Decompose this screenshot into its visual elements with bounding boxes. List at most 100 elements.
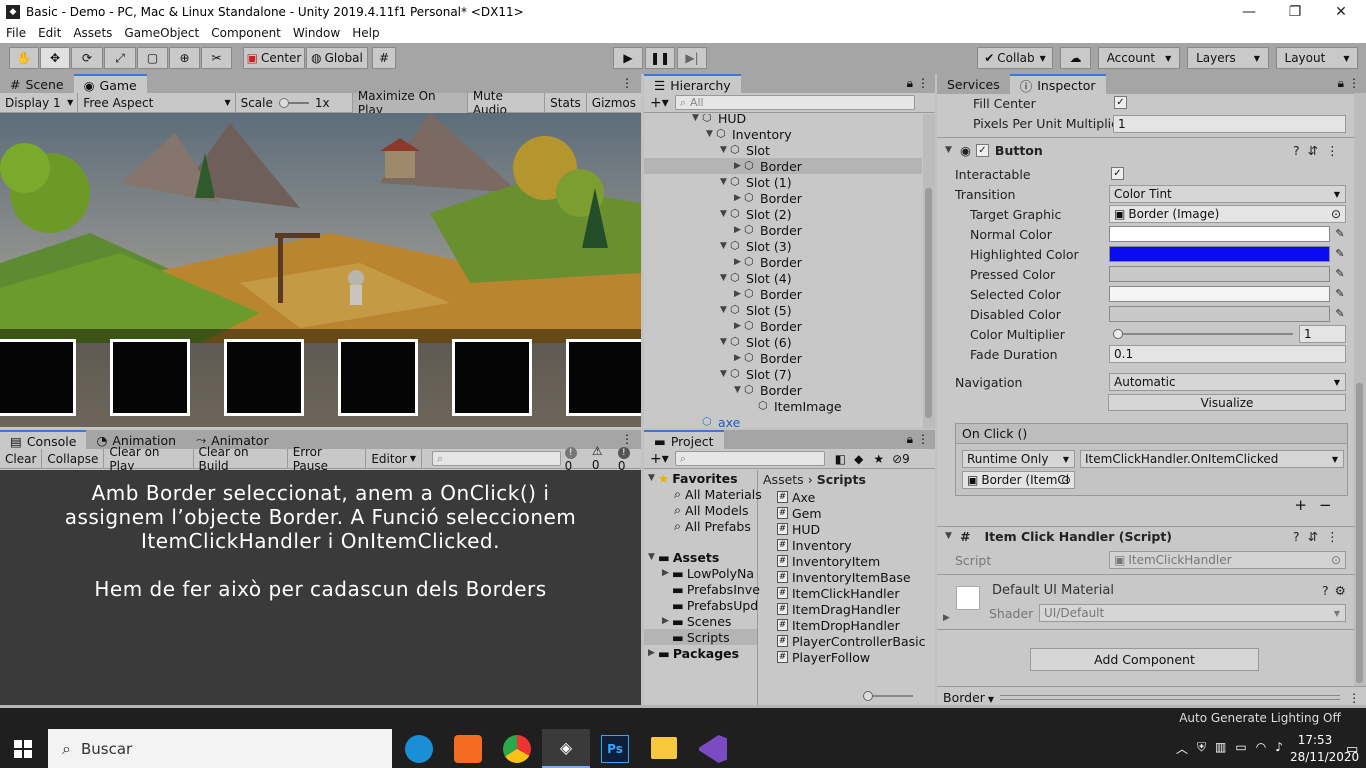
console-search-input[interactable]: ⌕ xyxy=(432,451,561,466)
menu-gameobject[interactable]: GameObject xyxy=(118,26,205,40)
interactable-checkbox[interactable]: ✓ xyxy=(1111,167,1124,180)
eyedropper-icon[interactable]: ✎ xyxy=(1332,226,1348,242)
runtime-only-dropdown[interactable]: Runtime Only xyxy=(962,450,1075,468)
hierarchy-row[interactable]: ▶ ⬡ Border xyxy=(644,190,922,206)
minimize-button[interactable]: — xyxy=(1226,0,1272,23)
favorite-all-prefabs[interactable]: ⌕ All Prefabs xyxy=(674,518,751,534)
color-multiplier-slider[interactable] xyxy=(1113,329,1293,339)
pivot-global-button[interactable]: ◍ Global xyxy=(306,47,368,69)
game-viewport[interactable] xyxy=(0,113,641,427)
hierarchy-row[interactable]: ▼ ⬡ Slot (1) xyxy=(644,174,922,190)
expand-right-icon[interactable]: ▶ xyxy=(734,193,744,203)
favorite-star-icon[interactable]: ★ xyxy=(873,452,884,466)
collab-button[interactable]: ✔ Collab ▼ xyxy=(977,47,1053,69)
hierarchy-row[interactable]: ▼ ⬡ Slot (4) xyxy=(644,270,922,286)
function-dropdown[interactable]: ItemClickHandler.OnItemClicked xyxy=(1080,450,1344,468)
photoshop-icon[interactable]: Ps xyxy=(601,735,629,763)
object-picker-icon[interactable]: ⊙ xyxy=(1331,207,1341,221)
script-file-item[interactable]: # ItemDragHandler xyxy=(777,601,900,617)
rotate-tool-icon[interactable]: ⟳ xyxy=(71,47,103,69)
error-pause-toggle[interactable]: Error Pause xyxy=(288,445,367,473)
collapse-toggle[interactable]: Collapse xyxy=(42,448,105,469)
editor-dropdown[interactable]: Editor ▼ xyxy=(366,448,422,469)
add-listener-button[interactable]: + xyxy=(1294,496,1307,514)
folder-item[interactable]: ▬ PrefabsUpd xyxy=(672,597,758,613)
panel-menu-icon[interactable]: ⋮ xyxy=(917,76,929,90)
rect-tool-icon[interactable]: ▢ xyxy=(137,47,168,69)
script-file-item[interactable]: # Axe xyxy=(777,489,815,505)
notifications-icon[interactable]: ▭ xyxy=(1346,742,1358,757)
edge-icon[interactable] xyxy=(405,735,433,763)
favorite-all-materials[interactable]: ⌕ All Materials xyxy=(674,486,762,502)
help-icon[interactable]: ? xyxy=(1322,583,1329,598)
expand-down-icon[interactable]: ▼ xyxy=(720,209,730,219)
hierarchy-row[interactable]: ▼ ⬡ Slot (7) xyxy=(644,366,922,382)
kebab-menu-icon[interactable]: ⋮ xyxy=(1326,143,1339,158)
battery-icon[interactable]: ▭ xyxy=(1235,740,1246,757)
packages-folder[interactable]: ▶ ▬ Packages xyxy=(648,645,739,661)
cloud-icon[interactable]: ☁ xyxy=(1060,47,1091,69)
script-file-item[interactable]: # Inventory xyxy=(777,537,852,553)
expand-right-icon[interactable]: ▶ xyxy=(734,161,744,171)
hierarchy-row[interactable]: ▼ ⬡ Slot (2) xyxy=(644,206,922,222)
scale-tool-icon[interactable]: ⤢ xyxy=(104,47,136,69)
unity-taskbar-button[interactable]: ◈ xyxy=(542,729,590,768)
transform-tool-icon[interactable]: ⊕ xyxy=(169,47,200,69)
restore-button[interactable]: ❐ xyxy=(1272,0,1318,23)
expand-down-icon[interactable]: ▼ xyxy=(720,305,730,315)
stats-toggle[interactable]: Stats xyxy=(545,92,587,113)
move-tool-icon[interactable]: ✥ xyxy=(40,47,70,69)
favorites-item[interactable]: ▼ ★ Favorites xyxy=(648,470,738,486)
account-dropdown[interactable]: Account ▼ xyxy=(1098,47,1180,69)
lock-icon[interactable]: 🔒︎ xyxy=(1338,76,1344,91)
script-component-header[interactable]: ▼ # Item Click Handler (Script) xyxy=(945,526,1172,546)
tab-hierarchy[interactable]: ☰ Hierarchy xyxy=(644,74,741,94)
expand-right-icon[interactable]: ▶ xyxy=(734,257,744,267)
folder-item[interactable]: ▬ PrefabsInve xyxy=(672,581,760,597)
display-dropdown[interactable]: Display 1 ▼ xyxy=(0,92,79,113)
layout-dropdown[interactable]: Layout ▼ xyxy=(1276,47,1358,69)
step-button[interactable]: ▶| xyxy=(677,47,707,69)
inventory-slot-frame[interactable] xyxy=(0,339,76,416)
transition-dropdown[interactable]: Color Tint xyxy=(1109,185,1346,203)
create-plus-button[interactable]: +▾ xyxy=(644,95,675,111)
material-expand-icon[interactable]: ▶ xyxy=(943,613,950,623)
clear-on-play-toggle[interactable]: Clear on Play xyxy=(104,445,194,473)
hierarchy-row[interactable]: ▼ ⬡ Border xyxy=(644,382,922,398)
assets-folder[interactable]: ▼ ▬ Assets xyxy=(648,549,719,565)
button-component-header[interactable]: ▼ ◉ ✓ Button xyxy=(945,140,1043,160)
color-multiplier-field[interactable]: 1 xyxy=(1299,325,1346,343)
inspector-scrollbar[interactable] xyxy=(1354,93,1366,686)
windows-start-icon[interactable] xyxy=(14,740,32,758)
inventory-slot-frame[interactable] xyxy=(338,339,418,416)
scale-slider[interactable]: Scale 1x xyxy=(236,92,353,113)
gear-icon[interactable]: ⚙ xyxy=(1335,583,1346,598)
icon-size-slider[interactable] xyxy=(863,691,913,701)
expand-down-icon[interactable]: ▼ xyxy=(720,145,730,155)
tab-inspector[interactable]: ⓘ Inspector xyxy=(1009,74,1106,94)
button-enabled-checkbox[interactable]: ✓ xyxy=(975,143,989,157)
menu-file[interactable]: File xyxy=(0,26,32,40)
highlighted-color-swatch[interactable] xyxy=(1109,246,1330,262)
hierarchy-row[interactable]: ▶ ⬡ Border xyxy=(644,350,922,366)
menu-window[interactable]: Window xyxy=(287,26,346,40)
grid-snap-icon[interactable]: # xyxy=(372,47,396,69)
layers-dropdown[interactable]: Layers ▼ xyxy=(1187,47,1269,69)
eyedropper-icon[interactable]: ✎ xyxy=(1332,286,1348,302)
eyedropper-icon[interactable]: ✎ xyxy=(1332,306,1348,322)
script-file-item[interactable]: # ItemDropHandler xyxy=(777,617,900,633)
hierarchy-row[interactable]: ▼ ⬡ Slot (6) xyxy=(644,334,922,350)
visual-studio-icon[interactable] xyxy=(699,735,727,763)
hierarchy-row[interactable]: ⬡ ItemImage xyxy=(644,398,922,414)
hidden-packages-icon[interactable]: ⊘9 xyxy=(892,452,910,466)
breadcrumb-scripts[interactable]: Scripts xyxy=(817,472,866,487)
lock-icon[interactable]: 🔒︎ xyxy=(907,76,913,91)
panel-menu-icon[interactable]: ⋮ xyxy=(917,432,929,446)
favorite-all-models[interactable]: ⌕ All Models xyxy=(674,502,749,518)
expand-right-icon[interactable]: ▶ xyxy=(734,353,744,363)
script-file-item[interactable]: # PlayerFollow xyxy=(777,649,870,665)
selected-color-swatch[interactable] xyxy=(1109,286,1330,302)
object-picker-icon[interactable]: ⊙ xyxy=(1061,473,1071,487)
expand-down-icon[interactable]: ▼ xyxy=(720,337,730,347)
inventory-slot-frame[interactable] xyxy=(110,339,190,416)
